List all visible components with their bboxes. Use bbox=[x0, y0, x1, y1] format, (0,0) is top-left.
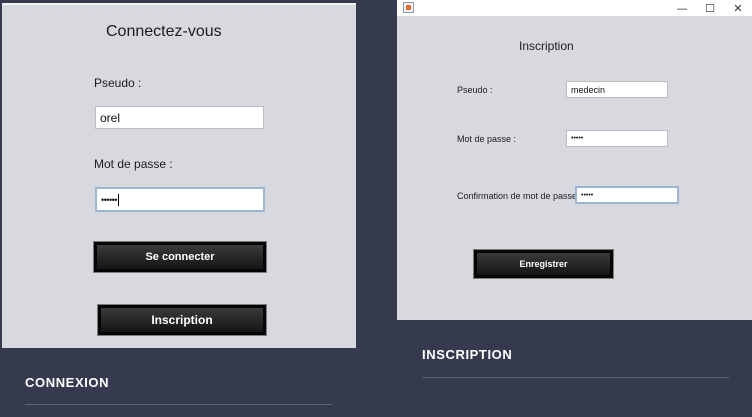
inscription-card: — ☐ ✕ Inscription Pseudo : medecin Mot d… bbox=[397, 0, 752, 417]
login-button-label: Se connecter bbox=[145, 251, 215, 263]
text-caret bbox=[117, 193, 119, 206]
reg-confirm-value: ••••• bbox=[581, 191, 594, 199]
inscription-caption: INSCRIPTION bbox=[422, 347, 513, 362]
connexion-divider bbox=[25, 404, 332, 405]
reg-pseudo-input[interactable]: medecin bbox=[566, 81, 668, 98]
pseudo-input[interactable]: orel bbox=[95, 106, 264, 129]
login-button[interactable]: Se connecter bbox=[94, 242, 266, 272]
register-nav-button[interactable]: Inscription bbox=[98, 305, 266, 335]
save-button-label: Enregistrer bbox=[519, 259, 568, 269]
password-label: Mot de passe : bbox=[94, 157, 173, 171]
register-nav-button-label: Inscription bbox=[151, 313, 213, 327]
close-icon[interactable]: ✕ bbox=[723, 0, 752, 16]
window-titlebar: — ☐ ✕ bbox=[397, 0, 752, 16]
inscription-divider bbox=[422, 377, 729, 378]
connexion-card: Connectez-vous Pseudo : orel Mot de pass… bbox=[0, 0, 357, 417]
password-input[interactable]: •••••• bbox=[95, 187, 265, 212]
reg-pseudo-label: Pseudo : bbox=[457, 85, 493, 95]
java-app-icon bbox=[403, 2, 414, 13]
login-title: Connectez-vous bbox=[106, 23, 222, 40]
minimize-icon[interactable]: — bbox=[667, 0, 697, 16]
connexion-caption: CONNEXION bbox=[25, 375, 110, 390]
reg-confirm-label: Confirmation de mot de passe : bbox=[457, 191, 583, 201]
password-value: •••••• bbox=[101, 194, 117, 205]
reg-password-label: Mot de passe : bbox=[457, 134, 517, 144]
save-button[interactable]: Enregistrer bbox=[474, 250, 613, 278]
reg-password-value: ••••• bbox=[571, 135, 584, 142]
pseudo-label: Pseudo : bbox=[94, 76, 142, 90]
reg-confirm-input[interactable]: ••••• bbox=[575, 186, 679, 204]
register-window: — ☐ ✕ Inscription Pseudo : medecin Mot d… bbox=[397, 0, 752, 320]
reg-password-input[interactable]: ••••• bbox=[566, 130, 668, 147]
login-window: Connectez-vous Pseudo : orel Mot de pass… bbox=[2, 3, 356, 348]
register-title: Inscription bbox=[519, 39, 574, 53]
pseudo-value: orel bbox=[100, 110, 121, 125]
maximize-icon[interactable]: ☐ bbox=[695, 0, 725, 16]
reg-pseudo-value: medecin bbox=[571, 84, 606, 95]
